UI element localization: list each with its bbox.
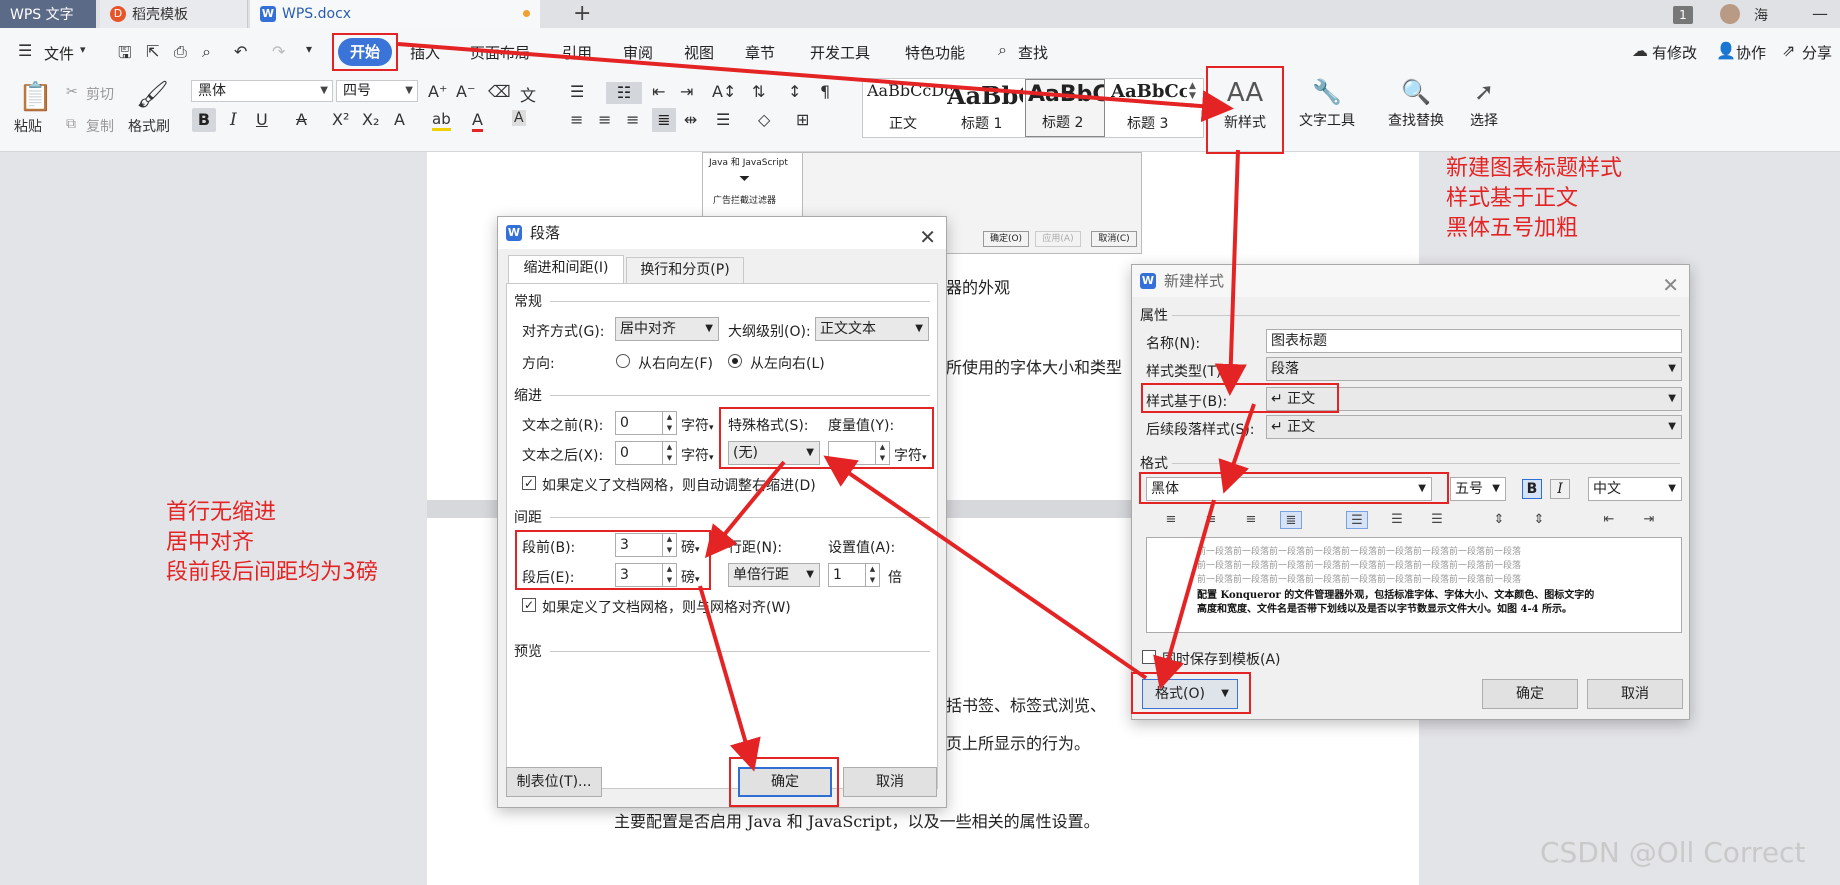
arrow-based-to-font bbox=[1218, 403, 1256, 494]
annotation-arrows bbox=[397, 42, 1256, 772]
arrow-spacing-to-ok bbox=[698, 585, 761, 772]
arrow-newstyle-to-based bbox=[1214, 149, 1247, 396]
arrow-font-to-format bbox=[1153, 499, 1216, 690]
arrow-format-to-special bbox=[823, 455, 1148, 680]
arrow-start-to-newstyle bbox=[397, 42, 1234, 123]
arrow-special-to-spacing bbox=[704, 460, 786, 559]
watermark: CSDN @Oll Correct bbox=[1540, 836, 1806, 869]
